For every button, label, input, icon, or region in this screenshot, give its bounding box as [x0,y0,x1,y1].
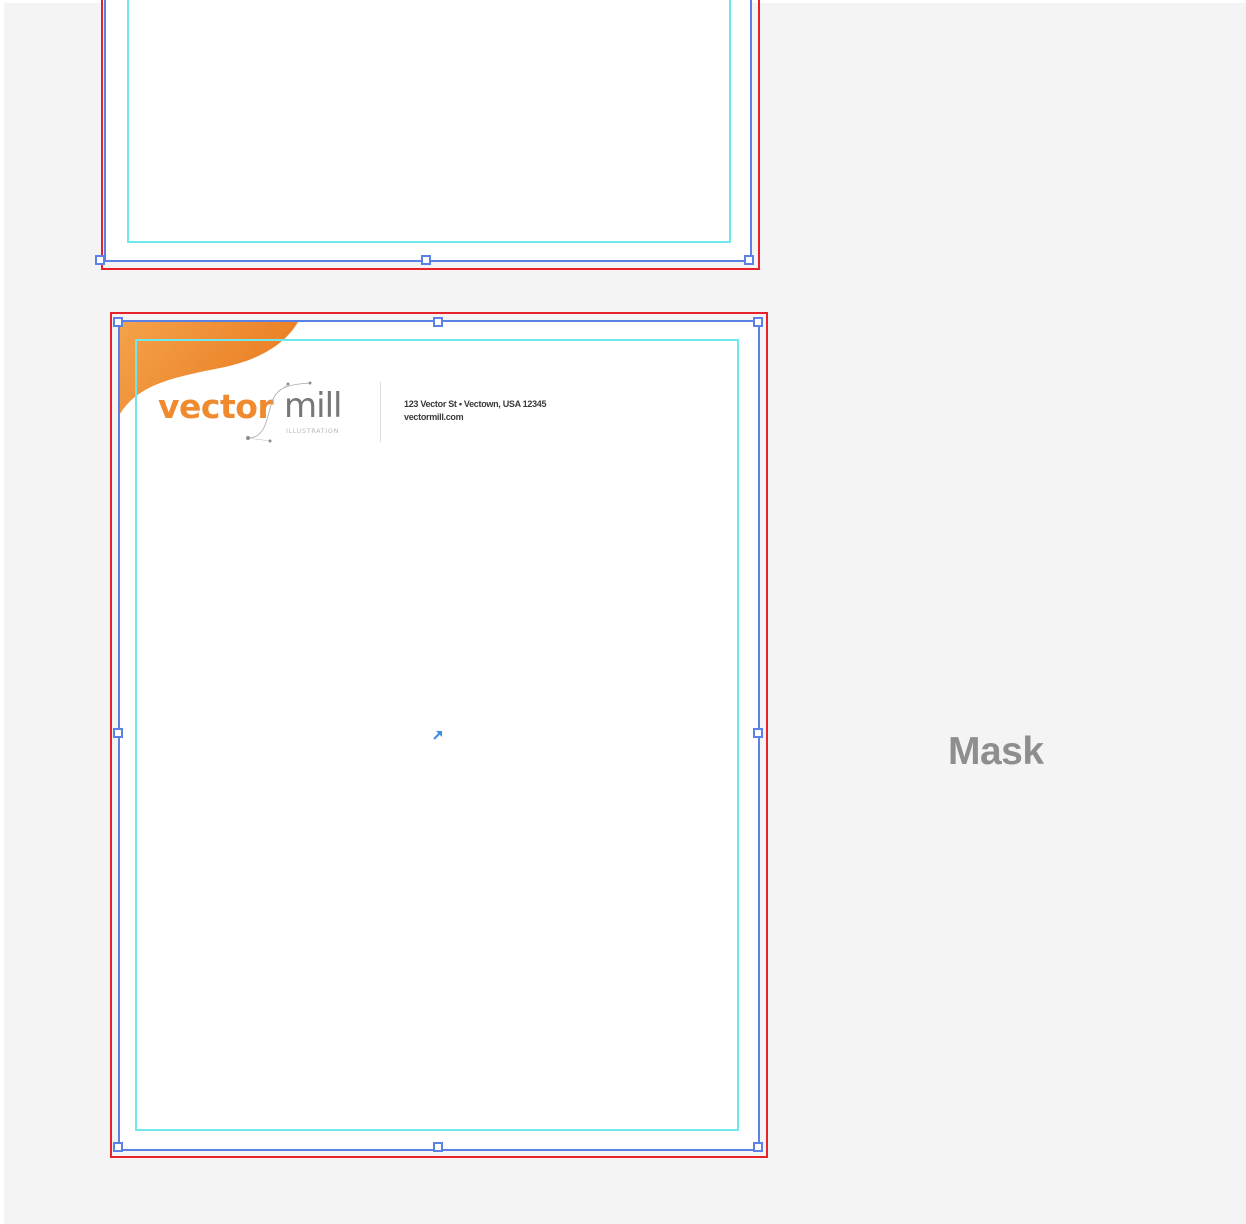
center-point-icon [433,731,442,740]
handle-top-left[interactable] [113,317,123,327]
handle-bottom-center[interactable] [433,1142,443,1152]
handle-middle-left[interactable] [113,728,123,738]
handle-top-center[interactable] [433,317,443,327]
handle-bottom-right[interactable] [753,1142,763,1152]
mask-label: Mask [948,730,1044,773]
handle-bottom-left[interactable] [113,1142,123,1152]
top-artboard-handle-bottom-center[interactable] [421,255,431,265]
handle-top-right[interactable] [753,317,763,327]
top-artboard-handle-bottom-left[interactable] [95,255,105,265]
top-artboard-handle-bottom-right[interactable] [744,255,754,265]
handle-middle-right[interactable] [753,728,763,738]
top-artboard-margin-guide [127,0,731,243]
